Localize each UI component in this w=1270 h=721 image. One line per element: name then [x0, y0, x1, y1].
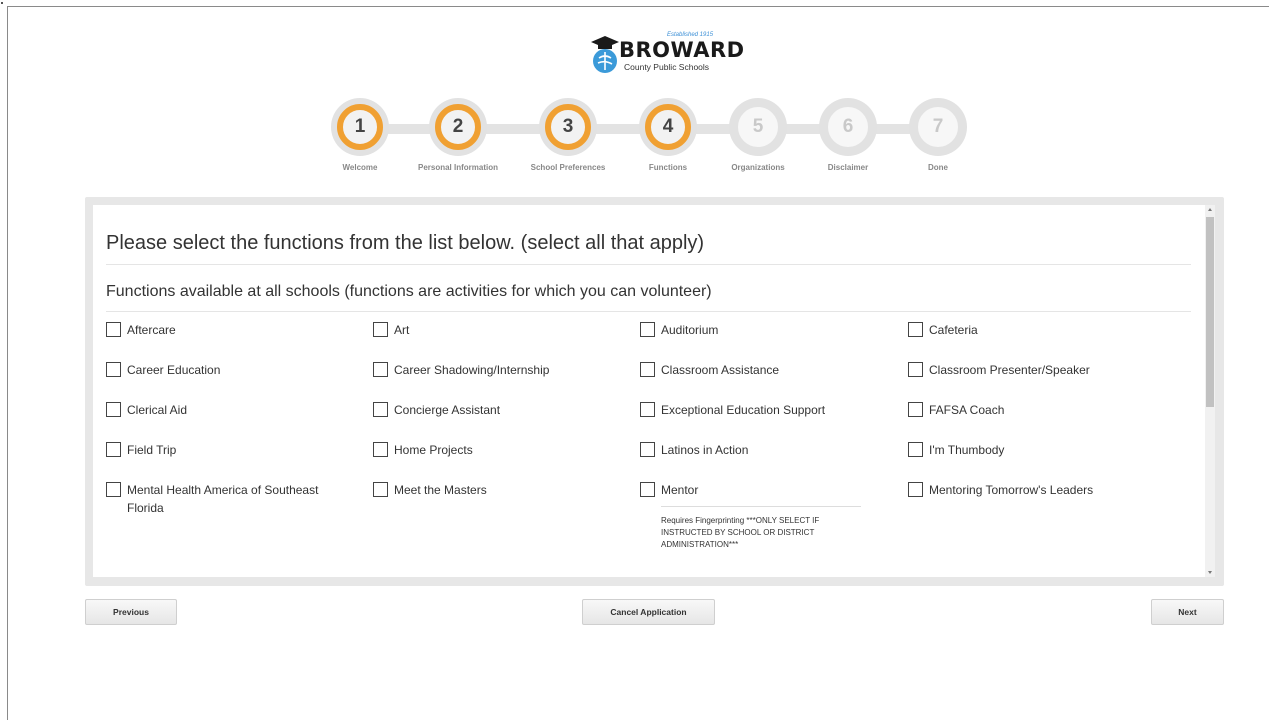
checkbox[interactable]: [106, 322, 121, 337]
function-option-concierge-assistant[interactable]: Concierge Assistant: [373, 401, 623, 419]
function-option-latinos-in-action[interactable]: Latinos in Action: [640, 441, 890, 459]
function-option-i-m-thumbody[interactable]: I'm Thumbody: [908, 441, 1158, 459]
step-ring: 3: [539, 98, 597, 156]
checkbox[interactable]: [640, 362, 655, 377]
function-option-clerical-aid[interactable]: Clerical Aid: [106, 401, 356, 419]
step-ring: 1: [331, 98, 389, 156]
step-label: Personal Information: [417, 163, 498, 172]
step-2: 2 Personal Information: [398, 98, 518, 172]
checkbox[interactable]: [106, 482, 121, 497]
function-option-mentor[interactable]: Mentor Requires Fingerprinting ***ONLY SE…: [640, 481, 890, 551]
checkbox[interactable]: [106, 442, 121, 457]
function-label[interactable]: Career Education: [127, 361, 356, 379]
step-number: 6: [842, 116, 854, 137]
logo-subtitle: County Public Schools: [624, 62, 710, 72]
checkbox[interactable]: [908, 362, 923, 377]
checkbox[interactable]: [640, 322, 655, 337]
function-label[interactable]: Exceptional Education Support: [661, 401, 890, 419]
function-label[interactable]: Field Trip: [127, 441, 356, 459]
page-title: Please select the functions from the lis…: [106, 232, 1191, 265]
checkbox[interactable]: [373, 322, 388, 337]
function-option-career-shadowing-internship[interactable]: Career Shadowing/Internship: [373, 361, 623, 379]
checkbox[interactable]: [908, 402, 923, 417]
function-label[interactable]: Mental Health America of Southeast Flori…: [127, 481, 356, 517]
vertical-scrollbar[interactable]: [1205, 205, 1215, 577]
function-label[interactable]: Meet the Masters: [394, 481, 623, 499]
function-option-exceptional-education-support[interactable]: Exceptional Education Support: [640, 401, 890, 419]
checkbox[interactable]: [373, 442, 388, 457]
step-ring: 7: [909, 98, 967, 156]
function-option-career-education[interactable]: Career Education: [106, 361, 356, 379]
function-option-art[interactable]: Art: [373, 321, 623, 339]
function-label[interactable]: Classroom Presenter/Speaker: [929, 361, 1158, 379]
function-option-auditorium[interactable]: Auditorium: [640, 321, 890, 339]
graduation-cap-logo-icon: [591, 36, 619, 73]
checkbox[interactable]: [640, 442, 655, 457]
function-option-mentoring-tomorrow-s-leaders[interactable]: Mentoring Tomorrow's Leaders: [908, 481, 1158, 499]
scroll-down-arrow-icon[interactable]: [1208, 571, 1212, 574]
step-number: 2: [452, 116, 464, 137]
function-label[interactable]: Aftercare: [127, 321, 356, 339]
function-label[interactable]: Concierge Assistant: [394, 401, 623, 419]
step-label: Done: [928, 163, 948, 172]
previous-button[interactable]: Previous: [85, 599, 177, 625]
functions-scroll-area[interactable]: Please select the functions from the lis…: [93, 205, 1205, 577]
checkbox[interactable]: [908, 322, 923, 337]
cancel-application-button[interactable]: Cancel Application: [582, 599, 715, 625]
step-ring: 4: [639, 98, 697, 156]
next-button[interactable]: Next: [1151, 599, 1224, 625]
function-label[interactable]: Classroom Assistance: [661, 361, 890, 379]
checkbox[interactable]: [373, 402, 388, 417]
functions-panel: Please select the functions from the lis…: [85, 197, 1224, 586]
checkbox[interactable]: [908, 482, 923, 497]
step-ring: 5: [729, 98, 787, 156]
step-7: 7 Done: [878, 98, 998, 172]
step-number: 7: [932, 116, 944, 137]
progress-steps: 1 Welcome 2 Personal Information 3 School Pre…: [0, 98, 1270, 178]
function-label[interactable]: Auditorium: [661, 321, 890, 339]
function-option-meet-the-masters[interactable]: Meet the Masters: [373, 481, 623, 499]
step-number: 3: [562, 116, 574, 137]
scrollbar-thumb[interactable]: [1206, 217, 1214, 407]
checkbox[interactable]: [640, 402, 655, 417]
checkbox[interactable]: [373, 482, 388, 497]
function-label[interactable]: Mentor: [661, 481, 890, 499]
checkbox[interactable]: [640, 482, 655, 497]
function-option-field-trip[interactable]: Field Trip: [106, 441, 356, 459]
step-ring: 2: [429, 98, 487, 156]
checkbox[interactable]: [106, 402, 121, 417]
step-number: 1: [354, 116, 366, 137]
function-label[interactable]: Latinos in Action: [661, 441, 890, 459]
function-label[interactable]: FAFSA Coach: [929, 401, 1158, 419]
corner-mark: [1, 2, 3, 4]
function-option-classroom-assistance[interactable]: Classroom Assistance: [640, 361, 890, 379]
function-label[interactable]: Art: [394, 321, 623, 339]
function-option-home-projects[interactable]: Home Projects: [373, 441, 623, 459]
step-number: 5: [752, 116, 764, 137]
function-option-cafeteria[interactable]: Cafeteria: [908, 321, 1158, 339]
function-label[interactable]: Home Projects: [394, 441, 623, 459]
function-note: Requires Fingerprinting ***ONLY SELECT I…: [661, 506, 861, 551]
function-label[interactable]: Career Shadowing/Internship: [394, 361, 623, 379]
step-ring: 6: [819, 98, 877, 156]
section-title: Functions available at all schools (func…: [106, 283, 1191, 312]
function-label[interactable]: Mentoring Tomorrow's Leaders: [929, 481, 1158, 499]
broward-logo: Established 1915 BROWARD County Public S…: [589, 30, 744, 74]
function-label[interactable]: I'm Thumbody: [929, 441, 1158, 459]
logo-name: BROWARD: [619, 38, 745, 62]
function-option-classroom-presenter-speaker[interactable]: Classroom Presenter/Speaker: [908, 361, 1158, 379]
function-label[interactable]: Clerical Aid: [127, 401, 356, 419]
checkbox[interactable]: [373, 362, 388, 377]
step-number: 4: [662, 116, 674, 137]
checkbox[interactable]: [106, 362, 121, 377]
function-option-aftercare[interactable]: Aftercare: [106, 321, 356, 339]
scroll-up-arrow-icon[interactable]: [1208, 208, 1212, 211]
function-label[interactable]: Cafeteria: [929, 321, 1158, 339]
checkbox[interactable]: [908, 442, 923, 457]
function-option-fafsa-coach[interactable]: FAFSA Coach: [908, 401, 1158, 419]
function-option-mental-health-america-of-southeast-florida[interactable]: Mental Health America of Southeast Flori…: [106, 481, 356, 517]
